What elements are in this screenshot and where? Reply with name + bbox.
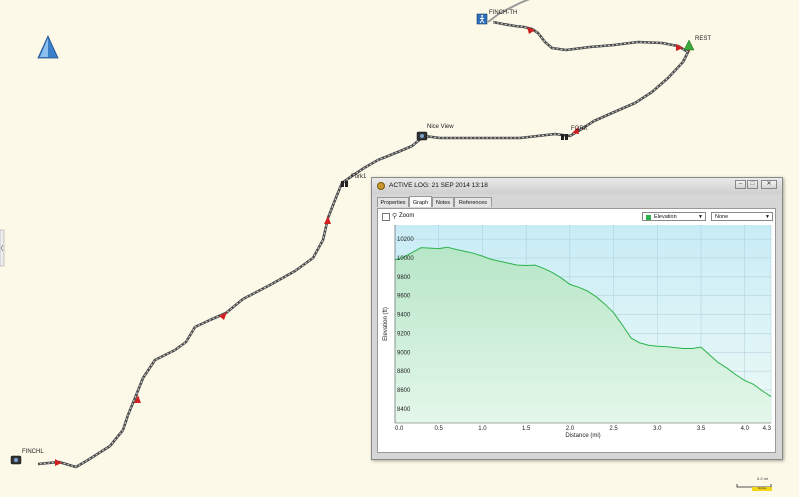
binoculars-right-icon: [565, 134, 568, 140]
elevation-select-value: Elevation: [654, 214, 677, 220]
x-tick-label: 0.0: [395, 426, 404, 432]
magnifier-icon: ⚲: [392, 213, 398, 220]
secondary-select-value: None: [715, 214, 729, 220]
tab-graph[interactable]: Graph: [409, 196, 432, 207]
elevation-chart[interactable]: 10200 10000 9800 9600 9400 9200 9000 8800 8600 84…: [378, 223, 775, 452]
window-title: ACTIVE LOG: 21 SEP 2014 13:18: [389, 182, 488, 189]
y-tick-label: 10200: [397, 237, 414, 243]
camera-lens-icon: [420, 134, 424, 138]
y-tick-label: 9600: [397, 294, 411, 300]
x-tick-label: 4.3: [763, 426, 772, 432]
graph-panel: ⚲ Zoom Elevation ▼ None ▼ 10200 10000 98…: [377, 208, 776, 453]
waypoint-label-finchl[interactable]: FINCHL: [22, 449, 44, 455]
x-axis-label: Distance (mi): [565, 433, 600, 439]
hiker-head-icon: [481, 14, 483, 17]
direction-marker-icon: [55, 459, 62, 466]
x-tick-label: 4.0: [741, 426, 750, 432]
binoculars-icon: [561, 134, 564, 140]
y-tick-label: 9000: [397, 350, 411, 356]
y-tick-label: 8400: [397, 407, 411, 413]
x-tick-label: 0.5: [435, 426, 444, 432]
x-tick-label: 1.5: [522, 426, 531, 432]
camera-lens-icon: [14, 458, 18, 462]
y-axis-label: Elevation (ft): [383, 307, 389, 341]
chevron-down-icon: ▼: [765, 214, 770, 220]
waypoint-label-fork[interactable]: FORK: [571, 126, 588, 132]
rest-tree-icon: [683, 39, 695, 51]
waypoint-label-fork1[interactable]: Fork1: [351, 174, 367, 180]
secondary-select[interactable]: None ▼: [711, 212, 773, 221]
zoom-label: Zoom: [399, 213, 415, 219]
elevation-swatch-icon: [646, 214, 651, 220]
rest-tree-trunk-icon: [688, 50, 690, 52]
x-tick-label: 2.0: [566, 426, 575, 432]
x-tick-label: 3.5: [697, 426, 706, 432]
direction-marker-icon: [324, 216, 331, 224]
zoom-checkbox[interactable]: [382, 213, 390, 221]
tab-notes[interactable]: Notes: [432, 197, 454, 207]
tab-properties[interactable]: Properties: [377, 197, 409, 207]
elevation-select[interactable]: Elevation ▼: [642, 212, 706, 221]
binoculars-icon: [341, 181, 344, 187]
minimize-button[interactable]: –: [735, 180, 746, 189]
y-tick-label: 10000: [397, 256, 414, 262]
scale-label: 0.2 mi: [757, 476, 768, 481]
x-tick-label: 1.0: [478, 426, 487, 432]
scale-logo-badge: SCALE: [752, 487, 772, 491]
y-tick-label: 8800: [397, 369, 411, 375]
y-tick-label: 9800: [397, 275, 411, 281]
left-edge-handle[interactable]: [0, 229, 5, 267]
waypoint-label-finch-th[interactable]: FINCH-TH: [489, 10, 517, 16]
maximize-button[interactable]: □: [747, 180, 758, 189]
y-tick-label: 9400: [397, 313, 411, 319]
waypoint-label-nice-view[interactable]: Nice View: [427, 124, 454, 130]
binoculars-right-icon: [345, 181, 348, 187]
y-tick-label: 8600: [397, 388, 411, 394]
tab-references[interactable]: References: [454, 197, 492, 207]
x-tick-labels: 0.0 0.5 1.0 1.5 2.0 2.5 3.0 3.5 4.0 4.3: [395, 426, 772, 432]
x-tick-label: 2.5: [609, 426, 618, 432]
close-button[interactable]: ✕: [761, 180, 777, 189]
waypoint-label-rest[interactable]: REST: [695, 36, 711, 42]
window-titlebar[interactable]: ACTIVE LOG: 21 SEP 2014 13:18 – □ ✕: [372, 178, 782, 194]
active-log-window[interactable]: ACTIVE LOG: 21 SEP 2014 13:18 – □ ✕ Prop…: [371, 177, 783, 460]
x-tick-label: 3.0: [653, 426, 662, 432]
chevron-down-icon: ▼: [698, 214, 703, 220]
y-tick-label: 9200: [397, 331, 411, 337]
direction-marker-icon: [676, 44, 683, 51]
log-icon: [377, 182, 385, 190]
